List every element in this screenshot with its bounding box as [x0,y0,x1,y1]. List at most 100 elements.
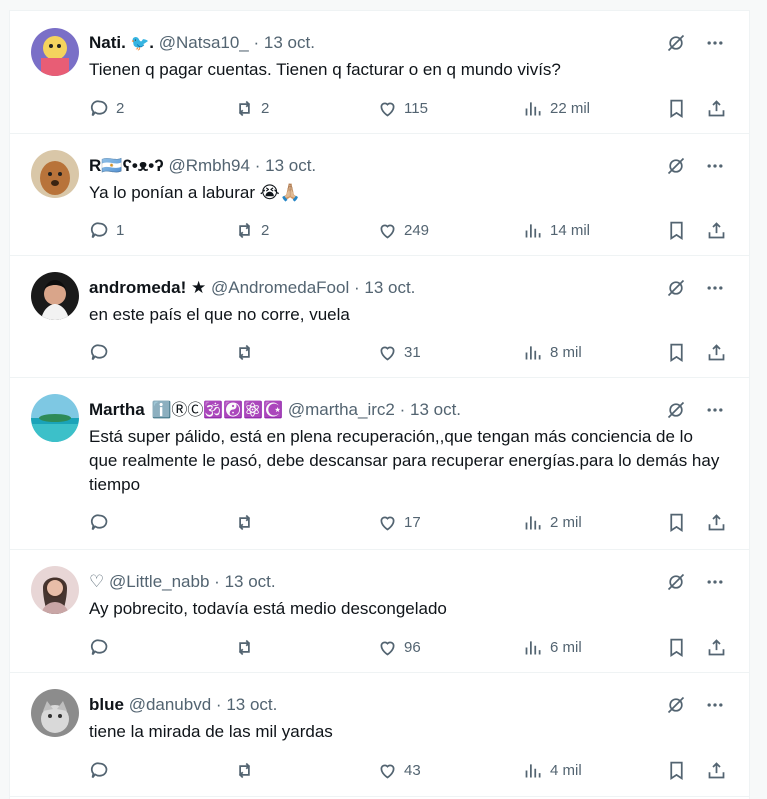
reply-button[interactable]: 1 [89,217,124,243]
tweet[interactable]: Martha ℹ️ⓇⒸ🕉️☯️⚛️☪️ @martha_irc2 · 13 oc… [10,378,749,550]
views-icon [525,640,541,654]
views-button[interactable]: 6 mil [523,634,582,660]
share-button[interactable] [706,95,727,121]
timestamp[interactable]: 13 oct. [225,572,276,591]
display-name[interactable]: Nati. [89,33,126,52]
reply-button[interactable] [89,634,116,660]
more-icon[interactable] [703,154,727,178]
views-count: 22 mil [550,99,591,117]
reply-button[interactable] [89,757,116,783]
avatar[interactable] [31,150,79,198]
retweet-icon [238,100,251,116]
bookmark-button[interactable] [666,339,687,365]
handle[interactable]: @Rmbh94 [168,156,250,175]
views-count: 8 mil [550,343,582,361]
tweet-text: Tienen q pagar cuentas. Tienen q factura… [89,60,561,79]
grok-icon[interactable] [664,31,688,55]
tweet[interactable]: Nati. 🐦. @Natsa10_ · 13 oct. Tienen q pa… [10,11,749,134]
views-button[interactable]: 22 mil [523,95,590,121]
display-name[interactable]: Martha [89,400,145,419]
like-button[interactable]: 249 [377,217,429,243]
display-name[interactable]: andromeda! ★ [89,278,206,297]
bookmark-button[interactable] [666,509,687,535]
bookmark-button[interactable] [666,634,687,660]
avatar[interactable] [31,272,79,320]
like-button[interactable]: 96 [377,634,421,660]
bird-emoji-badge: 🐦 [130,35,150,52]
share-button[interactable] [706,509,727,535]
handle[interactable]: @Little_nabb [109,572,209,591]
retweet-button[interactable] [234,339,261,365]
display-name[interactable]: R🇦🇷ʕ•ᴥ•ʔ [89,156,164,175]
timestamp[interactable]: 13 oct. [364,278,415,297]
tweet-top-icons [664,570,727,594]
views-button[interactable]: 8 mil [523,339,582,365]
grok-icon[interactable] [664,276,688,300]
avatar[interactable] [31,28,79,76]
timestamp[interactable]: 13 oct. [410,400,461,419]
share-button[interactable] [706,217,727,243]
emoji-badges: ℹ️ⓇⒸ🕉️☯️⚛️☪️ [151,402,284,419]
like-icon [380,224,395,239]
like-button[interactable]: 31 [377,339,421,365]
grok-icon[interactable] [664,693,688,717]
share-button[interactable] [706,339,727,365]
tweet[interactable]: ♡ @Little_nabb · 13 oct. Ay pobrecito, t… [10,550,749,673]
timestamp[interactable]: 13 oct. [265,156,316,175]
retweet-button[interactable] [234,634,261,660]
action-bar: 1 2 249 14 mil [89,217,727,243]
views-icon [525,101,541,115]
tweet[interactable]: blue @danubvd · 13 oct. tiene la mirada … [10,673,749,797]
avatar[interactable] [31,566,79,614]
grok-icon[interactable] [664,154,688,178]
bookmark-button[interactable] [666,757,687,783]
avatar[interactable] [31,394,79,442]
reply-button[interactable]: 2 [89,95,124,121]
reply-button[interactable] [89,509,116,535]
bookmark-button[interactable] [666,217,687,243]
handle[interactable]: @Natsa10_ [159,33,249,52]
timestamp[interactable]: 13 oct. [226,695,277,714]
views-button[interactable]: 2 mil [523,509,582,535]
tweet-top-icons [664,154,727,178]
tweet-top-icons [664,276,727,300]
more-icon[interactable] [703,276,727,300]
more-icon[interactable] [703,31,727,55]
views-button[interactable]: 4 mil [523,757,582,783]
views-button[interactable]: 14 mil [523,217,590,243]
handle[interactable]: @AndromedaFool [211,278,349,297]
more-icon[interactable] [703,570,727,594]
retweet-icon [238,222,251,238]
tweet[interactable]: andromeda! ★ @AndromedaFool · 13 oct. en… [10,256,749,378]
avatar[interactable] [31,689,79,737]
reply-button[interactable] [89,339,116,365]
views-count: 4 mil [550,761,582,779]
grok-icon[interactable] [664,398,688,422]
like-icon [380,641,395,656]
retweet-button[interactable] [234,509,261,535]
more-icon[interactable] [703,398,727,422]
like-count: 115 [404,99,428,117]
like-icon [380,764,395,779]
retweet-button[interactable] [234,757,261,783]
views-icon [525,763,541,777]
timestamp[interactable]: 13 oct. [264,33,315,52]
retweet-button[interactable]: 2 [234,95,269,121]
like-button[interactable]: 115 [377,95,428,121]
display-name[interactable]: ♡ [89,572,104,591]
tweet[interactable]: R🇦🇷ʕ•ᴥ•ʔ @Rmbh94 · 13 oct. Ya lo ponían … [10,134,749,256]
share-button[interactable] [706,757,727,783]
more-icon[interactable] [703,693,727,717]
retweet-button[interactable]: 2 [234,217,269,243]
views-count: 2 mil [550,513,582,531]
share-button[interactable] [706,634,727,660]
grok-icon[interactable] [664,570,688,594]
handle[interactable]: @danubvd [129,695,212,714]
handle[interactable]: @martha_irc2 [288,400,395,419]
bookmark-button[interactable] [666,95,687,121]
like-button[interactable]: 43 [377,757,421,783]
views-icon [525,345,541,359]
display-name[interactable]: blue [89,695,124,714]
retweet-count: 2 [261,221,270,239]
like-button[interactable]: 17 [377,509,421,535]
